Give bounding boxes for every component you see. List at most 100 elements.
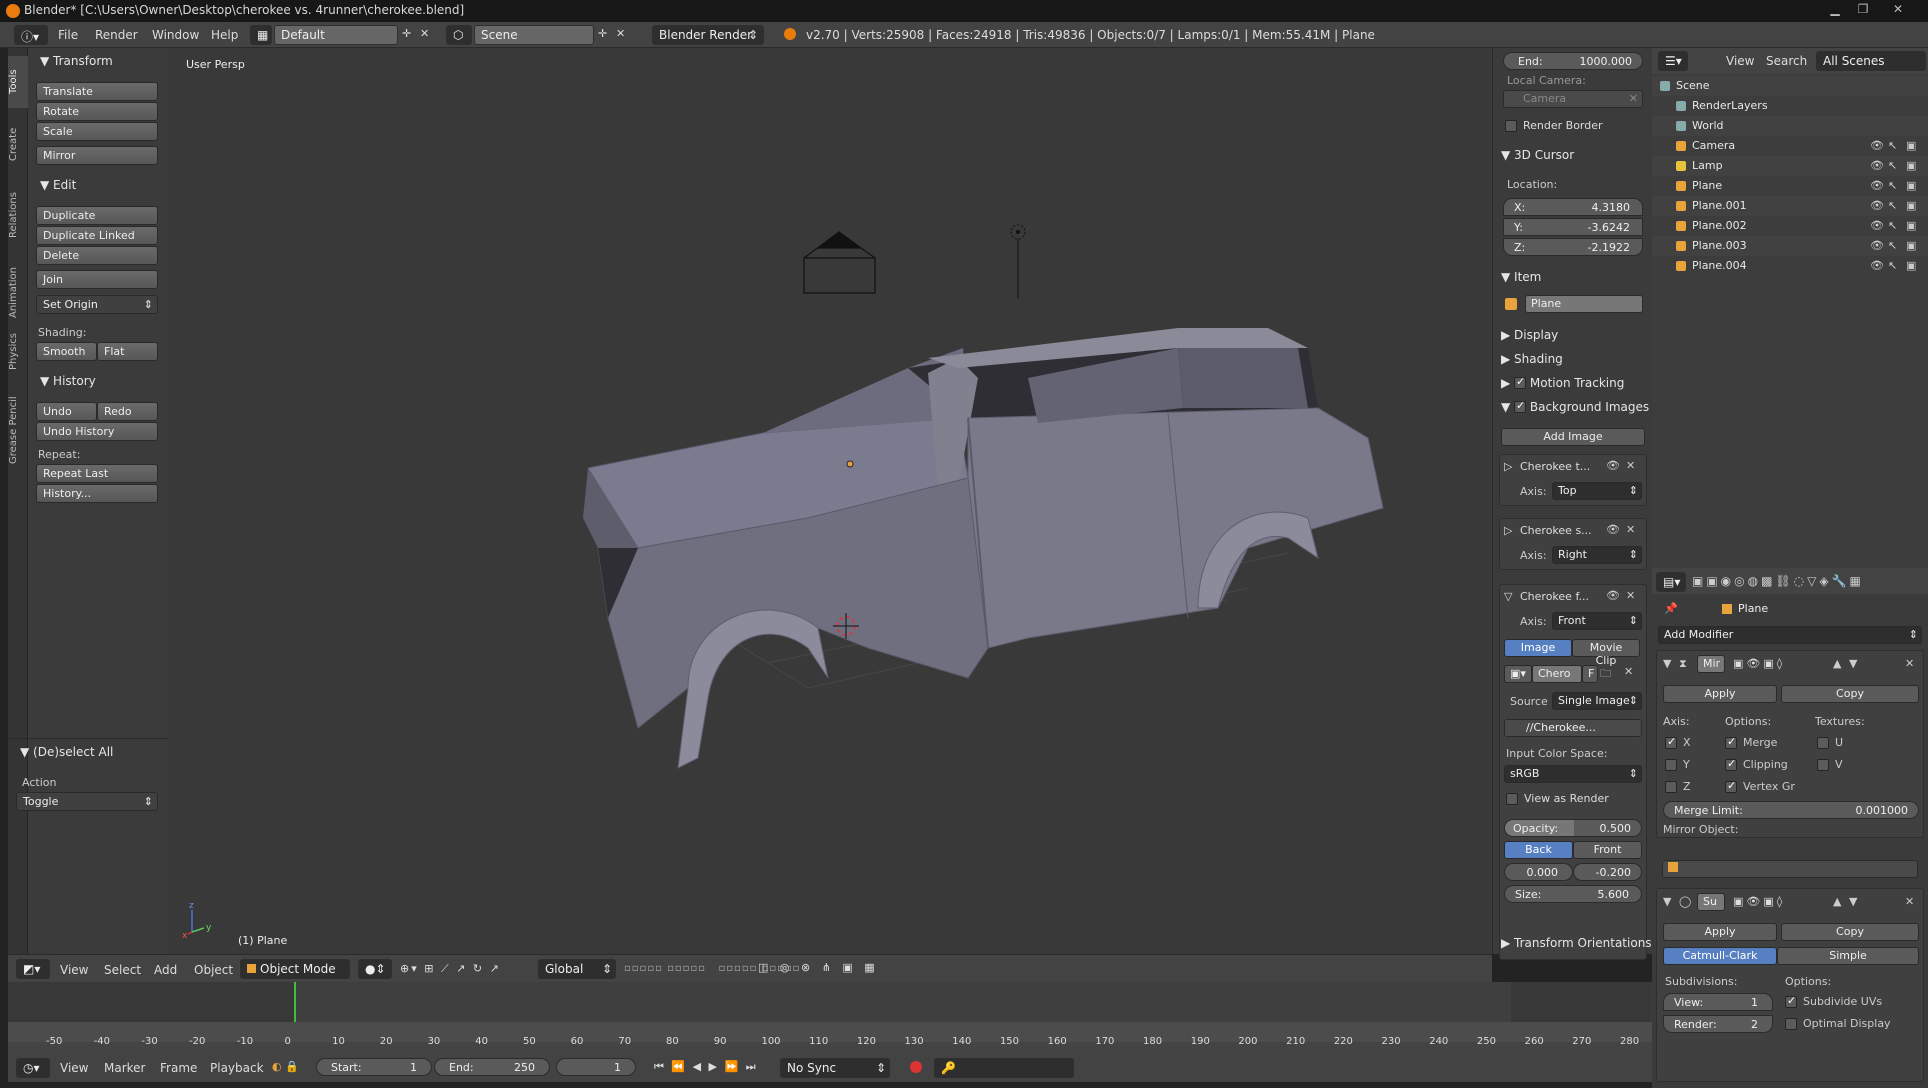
outliner-row[interactable]: Scene xyxy=(1652,76,1928,96)
image-tab[interactable]: Image xyxy=(1504,639,1572,657)
render-levels-field[interactable]: Render: 2 xyxy=(1663,1015,1773,1033)
unlink-icon[interactable]: ✕ xyxy=(1624,665,1633,678)
scene-select[interactable]: Scene xyxy=(474,25,594,45)
join-button[interactable]: Join xyxy=(36,270,158,289)
mirror-u-checkbox[interactable] xyxy=(1817,737,1829,749)
select-cursor-icon[interactable]: ↖ xyxy=(1888,179,1897,192)
orientation-select[interactable]: Global ⇕ xyxy=(538,959,616,979)
menu-help[interactable]: Help xyxy=(211,28,238,42)
tab-grease-pencil[interactable]: Grease Pencil xyxy=(8,382,28,478)
playback-controls[interactable]: ⏮ ⏪ ◀ ▶ ⏩ ⏭ xyxy=(654,1060,758,1074)
smooth-button[interactable]: Smooth xyxy=(36,342,97,361)
tab-relations[interactable]: Relations xyxy=(8,180,28,250)
render-camera-icon[interactable]: ▣ xyxy=(1906,259,1916,272)
outliner-row[interactable]: Plane 👁 ↖ ▣ xyxy=(1652,176,1928,196)
opacity-slider[interactable]: Opacity: 0.500 xyxy=(1504,819,1642,837)
timeline-menu-view[interactable]: View xyxy=(60,1061,88,1075)
merge-limit-field[interactable]: Merge Limit: 0.001000 xyxy=(1663,801,1919,819)
color-space-select[interactable]: sRGB ⇕ xyxy=(1504,765,1642,783)
scale-button[interactable]: Scale xyxy=(36,122,158,141)
outliner-search-menu[interactable]: Search xyxy=(1766,54,1807,68)
motion-tracking-checkbox[interactable] xyxy=(1514,375,1527,389)
timeline-menu-marker[interactable]: Marker xyxy=(104,1061,145,1075)
remove-layout-icon[interactable]: ✕ xyxy=(420,27,429,40)
optimal-display-checkbox[interactable] xyxy=(1785,1018,1797,1030)
delete-button[interactable]: Delete xyxy=(36,246,158,265)
remove-modifier-icon[interactable]: ✕ xyxy=(1905,895,1914,908)
remove-modifier-icon[interactable]: ✕ xyxy=(1905,657,1914,670)
back-button[interactable]: Back xyxy=(1504,841,1573,859)
visibility-eye-icon[interactable]: 👁 xyxy=(1870,159,1884,172)
timeline-editor-type-icon[interactable]: ◷▾ xyxy=(16,1058,50,1078)
close-icon[interactable]: ✕ xyxy=(1880,2,1916,18)
outliner-row[interactable]: Plane.002 👁 ↖ ▣ xyxy=(1652,216,1928,236)
image-browse-icon[interactable]: ▣▾ xyxy=(1504,665,1532,683)
add-layout-icon[interactable]: ✛ xyxy=(402,27,411,40)
duplicate-linked-button[interactable]: Duplicate Linked xyxy=(36,226,158,245)
visibility-eye-icon[interactable]: 👁 xyxy=(1870,139,1884,152)
layout-icon[interactable]: ▦ xyxy=(250,25,272,45)
viewport-canvas[interactable]: z y x xyxy=(168,48,1492,954)
open-image-icon[interactable]: 🗀 xyxy=(1600,665,1611,684)
outliner-row[interactable]: World xyxy=(1652,116,1928,136)
undo-button[interactable]: Undo xyxy=(36,402,97,421)
select-cursor-icon[interactable]: ↖ xyxy=(1888,139,1897,152)
visibility-eye-icon[interactable]: 👁 xyxy=(1870,179,1884,192)
translate-button[interactable]: Translate xyxy=(36,82,158,101)
visibility-eye-icon[interactable]: 👁 xyxy=(1870,239,1884,252)
transform-orientations-header[interactable]: ▶ Transform Orientations xyxy=(1501,936,1652,950)
expand-icon[interactable]: ▷ xyxy=(1504,460,1512,473)
render-camera-icon[interactable]: ▣ xyxy=(1906,179,1916,192)
edit-panel-header[interactable]: ▼ Edit xyxy=(40,178,76,192)
fake-user-button[interactable]: F xyxy=(1582,665,1598,683)
3d-cursor-panel-header[interactable]: ▼ 3D Cursor xyxy=(1501,148,1574,162)
cursor-y-field[interactable]: Y: -3.6242 xyxy=(1503,218,1643,236)
visibility-eye-icon[interactable]: 👁 xyxy=(1870,199,1884,212)
merge-checkbox[interactable] xyxy=(1725,735,1737,749)
modifier-visibility-icons[interactable]: ▣👁▣◊ xyxy=(1733,895,1785,908)
clear-icon[interactable]: ✕ xyxy=(1629,92,1638,105)
expand-icon[interactable]: ▷ xyxy=(1504,524,1512,537)
subsurf-apply-button[interactable]: Apply xyxy=(1663,923,1777,941)
outliner-row[interactable]: Plane.001 👁 ↖ ▣ xyxy=(1652,196,1928,216)
properties-editor-type-icon[interactable]: ▤▾ xyxy=(1656,572,1686,592)
duplicate-button[interactable]: Duplicate xyxy=(36,206,158,225)
viewport-menu-add[interactable]: Add xyxy=(154,963,177,977)
image-datablock[interactable]: Chero xyxy=(1532,665,1582,683)
viewport-editor-type-icon[interactable]: ◩▾ xyxy=(16,959,50,979)
sync-mode-select[interactable]: No Sync ⇕ xyxy=(780,1058,890,1078)
visibility-eye-icon[interactable]: 👁 xyxy=(1606,589,1620,602)
action-select[interactable]: Toggle ⇕ xyxy=(16,792,158,811)
pivot-and-manipulator-icons[interactable]: ⊕▾ ⊞ ⟋ ↗ ↻ ↗ xyxy=(400,962,501,976)
mirror-v-checkbox[interactable] xyxy=(1817,759,1829,771)
mirror-button[interactable]: Mirror xyxy=(36,146,158,165)
visibility-eye-icon[interactable]: 👁 xyxy=(1870,259,1884,272)
outliner-view-menu[interactable]: View xyxy=(1726,54,1754,68)
bg1-axis-select[interactable]: Top ⇕ xyxy=(1552,482,1642,500)
catmull-clark-button[interactable]: Catmull-Clark xyxy=(1663,947,1777,965)
layout-select[interactable]: Default xyxy=(274,25,398,45)
vertex-groups-checkbox[interactable] xyxy=(1725,779,1737,793)
subsurf-modifier-name[interactable]: Su xyxy=(1697,893,1725,911)
outliner-row[interactable]: Plane.003 👁 ↖ ▣ xyxy=(1652,236,1928,256)
rotate-button[interactable]: Rotate xyxy=(36,102,158,121)
operator-panel-header[interactable]: ▼ (De)select All xyxy=(20,745,113,759)
remove-icon[interactable]: ✕ xyxy=(1626,523,1635,536)
clipping-checkbox[interactable] xyxy=(1725,757,1737,771)
outliner-editor-type-icon[interactable]: ☰▾ xyxy=(1658,51,1688,71)
redo-button[interactable]: Redo xyxy=(97,402,158,421)
cursor-z-field[interactable]: Z: -2.1922 xyxy=(1503,238,1643,256)
view-as-render-checkbox[interactable] xyxy=(1506,793,1518,805)
keying-set-field[interactable]: 🔑 xyxy=(934,1058,1074,1078)
flat-button[interactable]: Flat xyxy=(97,342,158,361)
current-frame-field[interactable]: 1 xyxy=(556,1058,636,1076)
item-panel-header[interactable]: ▼ Item xyxy=(1501,270,1541,284)
undo-history-button[interactable]: Undo History xyxy=(36,422,158,441)
render-camera-icon[interactable]: ▣ xyxy=(1906,159,1916,172)
viewport-menu-select[interactable]: Select xyxy=(104,963,141,977)
visibility-eye-icon[interactable]: 👁 xyxy=(1606,459,1620,472)
view-levels-field[interactable]: View: 1 xyxy=(1663,993,1773,1011)
local-camera-field[interactable]: Camera ✕ xyxy=(1503,90,1643,108)
render-engine-select[interactable]: Blender Render ⇕ xyxy=(652,25,764,45)
editor-type-icon[interactable]: ⓘ▾ xyxy=(14,25,48,45)
